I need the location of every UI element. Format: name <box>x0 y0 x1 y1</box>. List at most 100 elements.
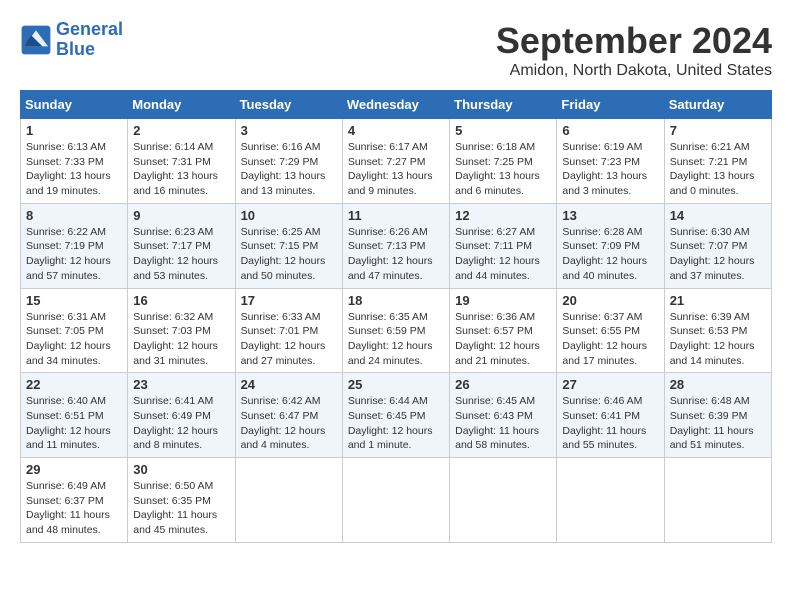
day-number: 5 <box>455 123 551 138</box>
calendar-cell: 12Sunrise: 6:27 AMSunset: 7:11 PMDayligh… <box>450 203 557 288</box>
day-info: Sunrise: 6:32 AMSunset: 7:03 PMDaylight:… <box>133 310 229 369</box>
column-header-wednesday: Wednesday <box>342 91 449 119</box>
day-info: Sunrise: 6:13 AMSunset: 7:33 PMDaylight:… <box>26 140 122 199</box>
calendar-cell: 9 Sunrise: 6:23 AMSunset: 7:17 PMDaylight… <box>128 203 235 288</box>
day-info: Sunrise: 6:25 AMSunset: 7:15 PMDaylight:… <box>241 225 337 284</box>
logo: General Blue <box>20 20 123 60</box>
day-info: Sunrise: 6:35 AMSunset: 6:59 PMDaylight:… <box>348 310 444 369</box>
calendar-cell: 17 Sunrise: 6:33 AMSunset: 7:01 PMDayligh… <box>235 288 342 373</box>
logo-text: General Blue <box>56 20 123 60</box>
column-header-monday: Monday <box>128 91 235 119</box>
logo-icon <box>20 24 52 56</box>
day-info: Sunrise: 6:30 AMSunset: 7:07 PMDaylight:… <box>670 225 766 284</box>
calendar-cell: 14 Sunrise: 6:30 AMSunset: 7:07 PMDayligh… <box>664 203 771 288</box>
calendar-cell: 1 Sunrise: 6:13 AMSunset: 7:33 PMDaylight… <box>21 119 128 204</box>
column-header-thursday: Thursday <box>450 91 557 119</box>
day-info: Sunrise: 6:44 AMSunset: 6:45 PMDaylight:… <box>348 394 444 453</box>
column-header-saturday: Saturday <box>664 91 771 119</box>
day-number: 21 <box>670 293 766 308</box>
day-number: 29 <box>26 462 122 477</box>
day-info: Sunrise: 6:46 AMSunset: 6:41 PMDaylight:… <box>562 394 658 453</box>
day-info: Sunrise: 6:23 AMSunset: 7:17 PMDaylight:… <box>133 225 229 284</box>
calendar-cell <box>450 458 557 543</box>
calendar-cell: 22 Sunrise: 6:40 AMSunset: 6:51 PMDayligh… <box>21 373 128 458</box>
calendar-cell: 7 Sunrise: 6:21 AMSunset: 7:21 PMDaylight… <box>664 119 771 204</box>
day-info: Sunrise: 6:27 AMSunset: 7:11 PMDaylight:… <box>455 225 551 284</box>
day-number: 24 <box>241 377 337 392</box>
calendar-header-row: SundayMondayTuesdayWednesdayThursdayFrid… <box>21 91 772 119</box>
day-info: Sunrise: 6:28 AMSunset: 7:09 PMDaylight:… <box>562 225 658 284</box>
day-number: 25 <box>348 377 444 392</box>
column-header-sunday: Sunday <box>21 91 128 119</box>
day-number: 11 <box>348 208 444 223</box>
calendar-cell: 23 Sunrise: 6:41 AMSunset: 6:49 PMDayligh… <box>128 373 235 458</box>
day-number: 7 <box>670 123 766 138</box>
calendar-cell: 25 Sunrise: 6:44 AMSunset: 6:45 PMDayligh… <box>342 373 449 458</box>
title-area: September 2024 Amidon, North Dakota, Uni… <box>496 20 772 80</box>
calendar-cell: 19Sunrise: 6:36 AMSunset: 6:57 PMDayligh… <box>450 288 557 373</box>
day-number: 20 <box>562 293 658 308</box>
column-header-friday: Friday <box>557 91 664 119</box>
day-number: 4 <box>348 123 444 138</box>
day-info: Sunrise: 6:26 AMSunset: 7:13 PMDaylight:… <box>348 225 444 284</box>
column-header-tuesday: Tuesday <box>235 91 342 119</box>
day-number: 22 <box>26 377 122 392</box>
calendar-cell: 5 Sunrise: 6:18 AMSunset: 7:25 PMDaylight… <box>450 119 557 204</box>
day-info: Sunrise: 6:33 AMSunset: 7:01 PMDaylight:… <box>241 310 337 369</box>
month-year-title: September 2024 <box>496 20 772 62</box>
day-number: 15 <box>26 293 122 308</box>
day-info: Sunrise: 6:31 AMSunset: 7:05 PMDaylight:… <box>26 310 122 369</box>
day-number: 14 <box>670 208 766 223</box>
calendar-cell: 26Sunrise: 6:45 AMSunset: 6:43 PMDayligh… <box>450 373 557 458</box>
day-number: 3 <box>241 123 337 138</box>
calendar-cell: 4 Sunrise: 6:17 AMSunset: 7:27 PMDaylight… <box>342 119 449 204</box>
day-number: 1 <box>26 123 122 138</box>
calendar-week-row: 1 Sunrise: 6:13 AMSunset: 7:33 PMDaylight… <box>21 119 772 204</box>
calendar-week-row: 15 Sunrise: 6:31 AMSunset: 7:05 PMDayligh… <box>21 288 772 373</box>
calendar-cell: 11 Sunrise: 6:26 AMSunset: 7:13 PMDayligh… <box>342 203 449 288</box>
calendar-cell: 10 Sunrise: 6:25 AMSunset: 7:15 PMDayligh… <box>235 203 342 288</box>
day-number: 16 <box>133 293 229 308</box>
day-number: 18 <box>348 293 444 308</box>
day-number: 17 <box>241 293 337 308</box>
calendar-cell: 3 Sunrise: 6:16 AMSunset: 7:29 PMDaylight… <box>235 119 342 204</box>
day-info: Sunrise: 6:18 AMSunset: 7:25 PMDaylight:… <box>455 140 551 199</box>
day-info: Sunrise: 6:19 AMSunset: 7:23 PMDaylight:… <box>562 140 658 199</box>
calendar-week-row: 22 Sunrise: 6:40 AMSunset: 6:51 PMDayligh… <box>21 373 772 458</box>
calendar-cell <box>664 458 771 543</box>
day-info: Sunrise: 6:37 AMSunset: 6:55 PMDaylight:… <box>562 310 658 369</box>
calendar-table: SundayMondayTuesdayWednesdayThursdayFrid… <box>20 90 772 543</box>
page-header: General Blue September 2024 Amidon, Nort… <box>20 20 772 80</box>
day-info: Sunrise: 6:14 AMSunset: 7:31 PMDaylight:… <box>133 140 229 199</box>
day-info: Sunrise: 6:40 AMSunset: 6:51 PMDaylight:… <box>26 394 122 453</box>
location-subtitle: Amidon, North Dakota, United States <box>496 62 772 80</box>
day-info: Sunrise: 6:50 AMSunset: 6:35 PMDaylight:… <box>133 479 229 538</box>
day-number: 9 <box>133 208 229 223</box>
day-number: 30 <box>133 462 229 477</box>
day-info: Sunrise: 6:21 AMSunset: 7:21 PMDaylight:… <box>670 140 766 199</box>
calendar-week-row: 8Sunrise: 6:22 AMSunset: 7:19 PMDaylight… <box>21 203 772 288</box>
calendar-cell: 29 Sunrise: 6:49 AMSunset: 6:37 PMDayligh… <box>21 458 128 543</box>
day-info: Sunrise: 6:17 AMSunset: 7:27 PMDaylight:… <box>348 140 444 199</box>
calendar-cell: 13Sunrise: 6:28 AMSunset: 7:09 PMDayligh… <box>557 203 664 288</box>
day-info: Sunrise: 6:16 AMSunset: 7:29 PMDaylight:… <box>241 140 337 199</box>
calendar-cell <box>342 458 449 543</box>
calendar-cell: 27 Sunrise: 6:46 AMSunset: 6:41 PMDayligh… <box>557 373 664 458</box>
calendar-cell: 2 Sunrise: 6:14 AMSunset: 7:31 PMDaylight… <box>128 119 235 204</box>
day-number: 23 <box>133 377 229 392</box>
day-number: 27 <box>562 377 658 392</box>
day-number: 10 <box>241 208 337 223</box>
day-number: 2 <box>133 123 229 138</box>
day-info: Sunrise: 6:42 AMSunset: 6:47 PMDaylight:… <box>241 394 337 453</box>
calendar-cell: 8Sunrise: 6:22 AMSunset: 7:19 PMDaylight… <box>21 203 128 288</box>
calendar-cell: 24 Sunrise: 6:42 AMSunset: 6:47 PMDayligh… <box>235 373 342 458</box>
day-number: 19 <box>455 293 551 308</box>
calendar-cell <box>235 458 342 543</box>
day-info: Sunrise: 6:41 AMSunset: 6:49 PMDaylight:… <box>133 394 229 453</box>
day-number: 6 <box>562 123 658 138</box>
day-info: Sunrise: 6:39 AMSunset: 6:53 PMDaylight:… <box>670 310 766 369</box>
day-number: 28 <box>670 377 766 392</box>
calendar-cell: 16 Sunrise: 6:32 AMSunset: 7:03 PMDayligh… <box>128 288 235 373</box>
calendar-cell: 28Sunrise: 6:48 AMSunset: 6:39 PMDayligh… <box>664 373 771 458</box>
day-info: Sunrise: 6:49 AMSunset: 6:37 PMDaylight:… <box>26 479 122 538</box>
